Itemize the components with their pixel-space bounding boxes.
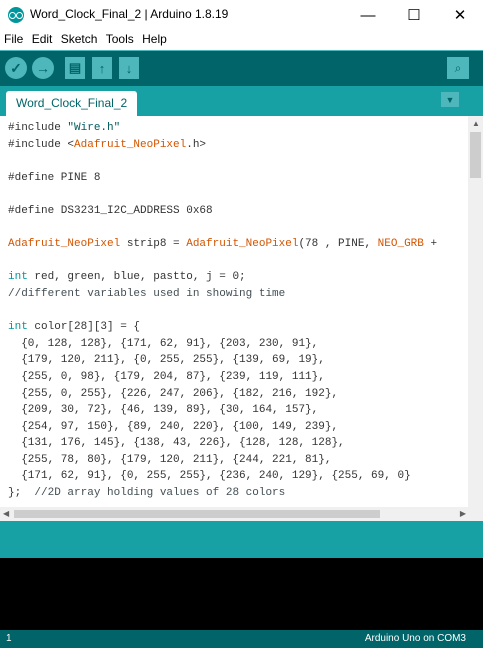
code-token: {0, 128, 128}, {171, 62, 91}, {203, 230,… — [8, 337, 319, 350]
code-token: int — [8, 271, 28, 284]
code-token: Adafruit_NeoPixel — [186, 238, 299, 251]
toolbar: ✓ → ▤ ↑ ↓ ⌕ — [0, 50, 483, 87]
code-token: {179, 120, 211}, {0, 255, 255}, {139, 69… — [8, 354, 325, 367]
verify-button[interactable]: ✓ — [5, 57, 27, 79]
code-token: color[28][3] = { — [27, 321, 141, 334]
minimize-button[interactable]: — — [345, 0, 391, 30]
code-token: (78 , PINE, — [298, 238, 378, 251]
code-token: {254, 97, 150}, {89, 240, 220}, {100, 14… — [8, 420, 339, 433]
tab-menu-button[interactable]: ▼ — [441, 92, 459, 107]
code-line: #include <Adafruit_NeoPixel.h> — [8, 137, 468, 154]
vertical-scroll-thumb[interactable] — [470, 132, 481, 178]
code-token: //2D array holding values of 28 colors — [34, 487, 286, 500]
footer-bar: 1 Arduino Uno on COM3 — [0, 630, 483, 648]
upload-button[interactable]: → — [32, 57, 54, 79]
code-token: {255, 0, 255}, {226, 247, 206}, {182, 21… — [8, 387, 339, 400]
code-token: "Wire.h" — [67, 122, 121, 134]
menu-file[interactable]: File — [0, 30, 23, 46]
code-token: {255, 78, 80}, {179, 120, 211}, {244, 22… — [8, 453, 332, 466]
code-line: {255, 78, 80}, {179, 120, 211}, {244, 22… — [8, 452, 468, 469]
menu-bar: File Edit Sketch Tools Help — [0, 30, 483, 50]
open-button[interactable]: ↑ — [92, 57, 112, 79]
code-line: #include "Wire.h" — [8, 120, 468, 137]
code-line: int red, green, blue, pastto, j = 0; — [8, 269, 468, 286]
window-title: Word_Clock_Final_2 | Arduino 1.8.19 — [30, 7, 229, 21]
serial-monitor-button[interactable]: ⌕ — [447, 57, 469, 79]
code-line: {179, 120, 211}, {0, 255, 255}, {139, 69… — [8, 352, 468, 369]
code-line: #define DS3231_I2C_ADDRESS 0x68 — [8, 203, 468, 220]
horizontal-scrollbar[interactable]: ◀ ▶ — [0, 507, 483, 521]
code-line: //different variables used in showing ti… — [8, 286, 468, 303]
code-token: {255, 0, 98}, {179, 204, 87}, {239, 119,… — [8, 370, 325, 383]
code-token: }; — [8, 487, 35, 500]
code-line: {0, 128, 128}, {171, 62, 91}, {203, 230,… — [8, 336, 468, 353]
code-token: #define PINE 8 — [8, 171, 101, 184]
close-button[interactable]: ✕ — [437, 0, 483, 30]
vertical-scrollbar[interactable]: ▲ — [468, 116, 483, 507]
code-token: #include — [8, 122, 68, 134]
code-token: #define DS3231_I2C_ADDRESS 0x68 — [8, 204, 213, 217]
new-sketch-button[interactable]: ▤ — [65, 57, 85, 79]
tab-word-clock-final-2[interactable]: Word_Clock_Final_2 — [6, 91, 138, 116]
console-output[interactable] — [0, 558, 483, 630]
code-token: strip8 = — [120, 238, 187, 251]
code-token: #include < — [8, 138, 75, 151]
scroll-left-icon[interactable]: ◀ — [3, 509, 9, 518]
code-token: {171, 62, 91}, {0, 255, 255}, {236, 240,… — [8, 470, 411, 483]
code-line: #define PINE 8 — [8, 170, 468, 187]
code-token: int — [8, 321, 28, 334]
arduino-logo-icon — [8, 7, 24, 23]
menu-help[interactable]: Help — [138, 30, 167, 46]
code-token: NEO_GRB — [377, 238, 424, 251]
tab-strip: Word_Clock_Final_2 ▼ — [0, 86, 483, 116]
scroll-right-icon[interactable]: ▶ — [460, 509, 466, 518]
code-token: {209, 30, 72}, {46, 139, 89}, {30, 164, … — [8, 404, 319, 417]
code-token: + — [423, 238, 438, 251]
code-line: Adafruit_NeoPixel strip8 = Adafruit_NeoP… — [8, 236, 468, 253]
code-text: #include "Wire.h" #include <Adafruit_NeoP… — [0, 116, 468, 502]
line-number: 1 — [6, 633, 12, 644]
code-token: //different variables used in showing ti… — [8, 287, 286, 300]
code-token: {131, 176, 145}, {138, 43, 226}, {128, 1… — [8, 437, 345, 450]
menu-edit[interactable]: Edit — [28, 30, 53, 46]
code-token: Adafruit_NeoPixel — [74, 138, 187, 151]
code-line: {255, 0, 98}, {179, 204, 87}, {239, 119,… — [8, 369, 468, 386]
code-token: Adafruit_NeoPixel — [8, 238, 121, 251]
scroll-up-icon[interactable]: ▲ — [472, 119, 480, 128]
maximize-button[interactable]: ☐ — [391, 0, 437, 30]
status-area — [0, 521, 483, 558]
title-bar: Word_Clock_Final_2 | Arduino 1.8.19 — ☐ … — [0, 0, 483, 30]
save-button[interactable]: ↓ — [119, 57, 139, 79]
board-info: Arduino Uno on COM3 — [364, 633, 466, 644]
code-token: .h> — [186, 138, 207, 151]
horizontal-scroll-thumb[interactable] — [14, 510, 380, 518]
code-line: {254, 97, 150}, {89, 240, 220}, {100, 14… — [8, 419, 468, 436]
code-line: {255, 0, 255}, {226, 247, 206}, {182, 21… — [8, 386, 468, 403]
code-line: int color[28][3] = { — [8, 319, 468, 336]
code-line: {209, 30, 72}, {46, 139, 89}, {30, 164, … — [8, 402, 468, 419]
code-line: }; //2D array holding values of 28 color… — [8, 485, 468, 502]
menu-sketch[interactable]: Sketch — [57, 30, 98, 46]
code-line: {131, 176, 145}, {138, 43, 226}, {128, 1… — [8, 435, 468, 452]
code-token: red, green, blue, pastto, j = 0; — [27, 271, 246, 284]
menu-tools[interactable]: Tools — [102, 30, 134, 46]
code-line: {171, 62, 91}, {0, 255, 255}, {236, 240,… — [8, 468, 468, 485]
code-editor[interactable]: #include "Wire.h" #include <Adafruit_NeoP… — [0, 116, 468, 507]
